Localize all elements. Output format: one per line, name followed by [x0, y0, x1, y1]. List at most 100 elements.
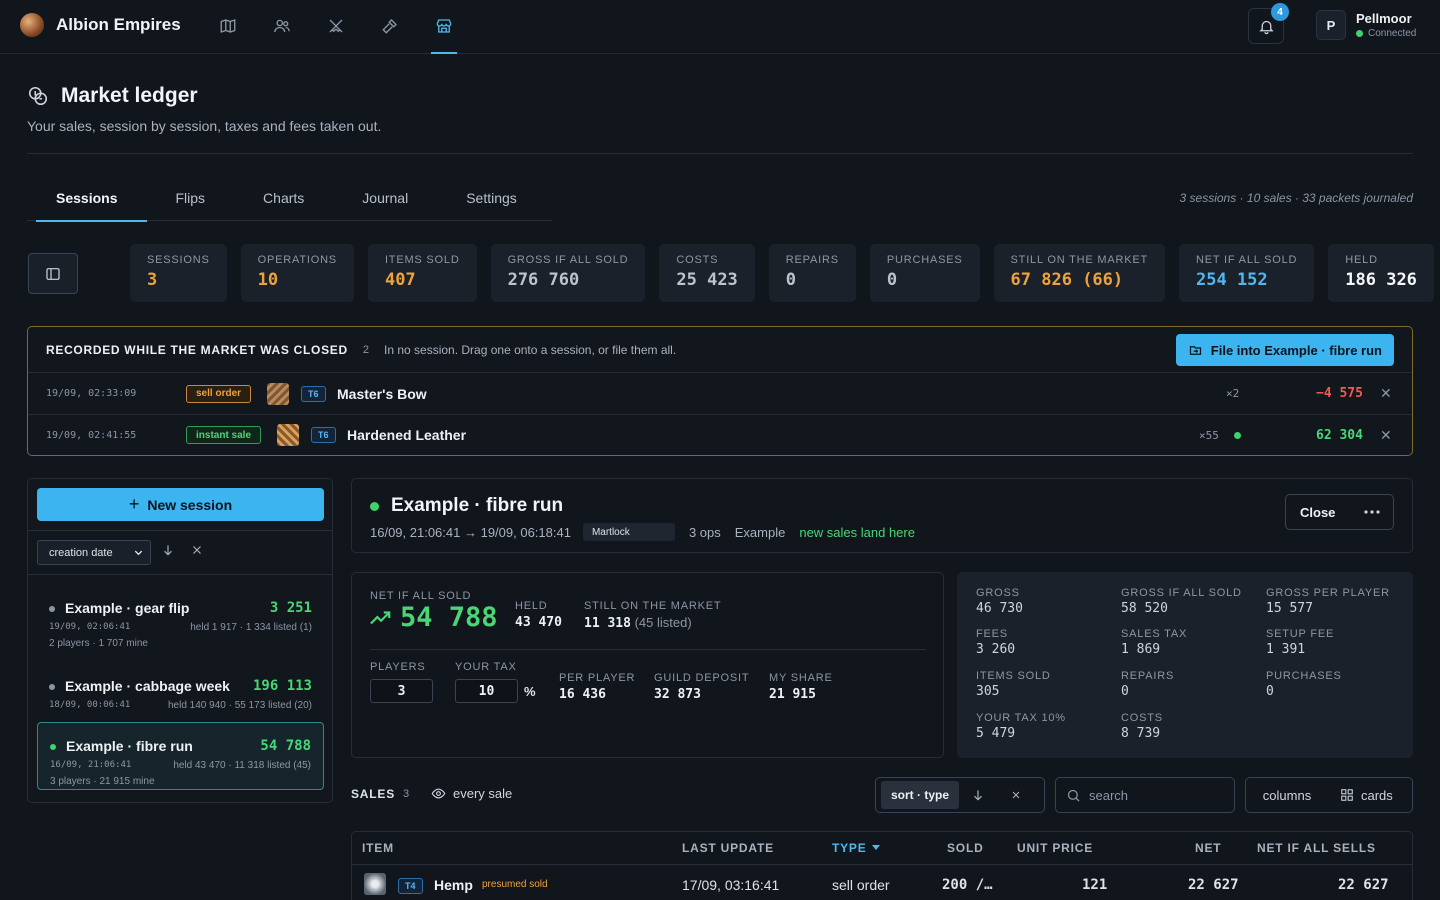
column-header-item[interactable]: ITEM — [362, 841, 394, 855]
column-header-last-update[interactable]: LAST UPDATE — [682, 841, 774, 855]
session-item[interactable]: Example · gear flip 3 251 19/09, 02:06:4… — [37, 585, 324, 653]
closed-market-hint: In no session. Drag one onto a session, … — [384, 342, 677, 357]
column-header-net[interactable]: NET — [1195, 841, 1221, 855]
users-icon[interactable] — [270, 14, 294, 38]
gross-metric-value: 15 577 — [1266, 601, 1313, 616]
column-header-unit-price[interactable]: UNIT PRICE — [1017, 841, 1093, 855]
crossed-swords-icon[interactable] — [324, 14, 348, 38]
sort-direction-icon[interactable] — [161, 543, 175, 557]
stat-label: NET IF ALL SOLD — [1196, 254, 1298, 266]
hemp-item-icon — [364, 873, 386, 895]
sales-search-input[interactable]: search — [1055, 777, 1235, 813]
stat-card: SESSIONS 3 — [130, 244, 227, 302]
session-owner: Example — [734, 524, 786, 540]
gross-metric-label: YOUR TAX 10% — [976, 712, 1066, 724]
session-held: held 43 470 · 11 318 listed (45) — [173, 760, 311, 771]
brand[interactable]: Albion Empires — [20, 13, 181, 37]
sort-select-value: creation date — [49, 546, 113, 559]
sort-direction-icon[interactable] — [959, 788, 997, 802]
session-date: 19/09, 02:06:41 — [49, 622, 131, 632]
dismiss-row-icon[interactable]: ✕ — [1380, 385, 1392, 402]
gross-metric-label: REPAIRS — [1121, 670, 1175, 682]
session-net: 54 788 — [260, 738, 311, 754]
sort-select[interactable]: creation date — [37, 540, 151, 565]
tab-flips[interactable]: Flips — [146, 174, 234, 221]
sort-caret-icon — [871, 845, 880, 850]
session-meta: 16/09, 21:06:41 → 19/09, 06:18:41 Martlo… — [370, 523, 915, 541]
new-session-label: New session — [147, 496, 233, 513]
hammer-icon[interactable] — [378, 14, 402, 38]
market-value-text: 11 318 — [584, 616, 631, 631]
session-net: 196 113 — [252, 678, 312, 694]
per-player-value: 16 436 — [559, 687, 606, 702]
stat-label: COSTS — [676, 254, 719, 266]
search-icon — [1067, 789, 1080, 802]
share-value: 21 915 — [769, 687, 816, 702]
columns-view-button[interactable]: columns — [1246, 788, 1328, 803]
stats-row: SESSIONS 3 OPERATIONS 10 ITEMS SOLD 407 GROSS … — [130, 244, 1434, 302]
column-header-sold[interactable]: SOLD — [947, 841, 984, 855]
tab-journal[interactable]: Journal — [333, 174, 437, 221]
closed-market-row[interactable]: 19/09, 02:33:09 sell order T6 Master's B… — [28, 373, 1412, 414]
page-title: Market ledger — [27, 84, 198, 108]
top-bar: Albion Empires 4 P Pellmoor Connected — [0, 0, 1440, 54]
market-value: 11 318 (45 listed) — [584, 615, 721, 631]
user-menu[interactable]: P Pellmoor Connected — [1316, 10, 1416, 40]
tax-input[interactable]: 10 — [455, 679, 518, 703]
tab-settings[interactable]: Settings — [437, 174, 546, 221]
file-into-session-button[interactable]: File into Example · fibre run — [1175, 334, 1394, 366]
cards-view-button[interactable]: cards — [1340, 788, 1393, 803]
cards-label: cards — [1361, 787, 1393, 803]
session-title: Example · fibre run — [370, 495, 563, 517]
more-options-icon[interactable] — [1349, 495, 1393, 529]
sidebar-toggle-button[interactable] — [28, 253, 78, 294]
tab-sessions[interactable]: Sessions — [27, 174, 148, 222]
user-name: Pellmoor — [1356, 11, 1412, 26]
new-session-button[interactable]: + New session — [37, 488, 324, 521]
gross-metric: COSTS 8 739 — [1121, 712, 1163, 741]
stat-value: 3 — [147, 270, 158, 290]
chevron-down-icon — [134, 550, 143, 556]
session-net: 3 251 — [269, 600, 312, 616]
session-item[interactable]: Example · cabbage week 196 113 18/09, 00… — [37, 663, 324, 731]
session-held: held 140 940 · 55 173 listed (20) — [168, 700, 312, 711]
gross-metric: SETUP FEE 1 391 — [1266, 628, 1334, 657]
stat-label: PURCHASES — [886, 254, 963, 266]
connection-status: Connected — [1356, 28, 1416, 39]
players-label: PLAYERS — [370, 661, 426, 673]
eye-icon — [431, 788, 446, 799]
stat-value: 0 — [886, 270, 898, 290]
item-name: Hardened Leather — [347, 427, 467, 443]
session-held: held 1 917 · 1 334 listed (1) — [190, 622, 312, 633]
gross-metric: GROSS IF ALL SOLD 58 520 — [1121, 587, 1242, 616]
sales-table: ITEM LAST UPDATE TYPE SOLD UNIT PRICE NE… — [351, 831, 1413, 900]
closed-market-header: RECORDED WHILE THE MARKET WAS CLOSED 2 I… — [28, 327, 1412, 373]
gross-metric-label: SETUP FEE — [1266, 628, 1335, 640]
gross-metric-label: SALES TAX — [1121, 628, 1188, 640]
divider — [28, 530, 332, 531]
sales-filter[interactable]: every sale — [431, 786, 512, 801]
tab-charts[interactable]: Charts — [234, 174, 333, 221]
session-name: Example · fibre run — [66, 738, 193, 754]
closed-market-row[interactable]: 19/09, 02:41:55 instant sale T6 Hardened… — [28, 414, 1412, 455]
dismiss-row-icon[interactable]: ✕ — [1380, 427, 1392, 444]
coins-icon — [28, 86, 48, 106]
session-live-dot-icon — [370, 501, 379, 511]
clear-sort-icon[interactable] — [190, 543, 204, 557]
players-input[interactable]: 3 — [370, 679, 433, 703]
instant-sale-badge: instant sale — [186, 426, 262, 444]
column-header-net-if-all-sells[interactable]: NET IF ALL SELLS — [1257, 841, 1376, 855]
sort-type-chip[interactable]: sort · type — [881, 781, 960, 809]
sale-type: sell order — [832, 877, 890, 893]
gross-metric: SALES TAX 1 869 — [1121, 628, 1187, 657]
clear-sort-icon[interactable] — [997, 789, 1035, 801]
item-name: Master's Bow — [337, 385, 427, 402]
close-session-button[interactable]: Close — [1286, 505, 1349, 520]
session-item-active[interactable]: Example · fibre run 54 788 16/09, 21:06:… — [37, 722, 324, 790]
map-icon[interactable] — [216, 14, 240, 38]
sales-sort-group: sort · type — [875, 777, 1045, 813]
column-header-type[interactable]: TYPE — [832, 841, 880, 855]
sales-toolbar: SALES 3 every sale sort · type search co… — [351, 777, 1413, 813]
page-subtitle: Your sales, session by session, taxes an… — [27, 118, 382, 134]
market-stall-icon[interactable] — [431, 14, 457, 54]
